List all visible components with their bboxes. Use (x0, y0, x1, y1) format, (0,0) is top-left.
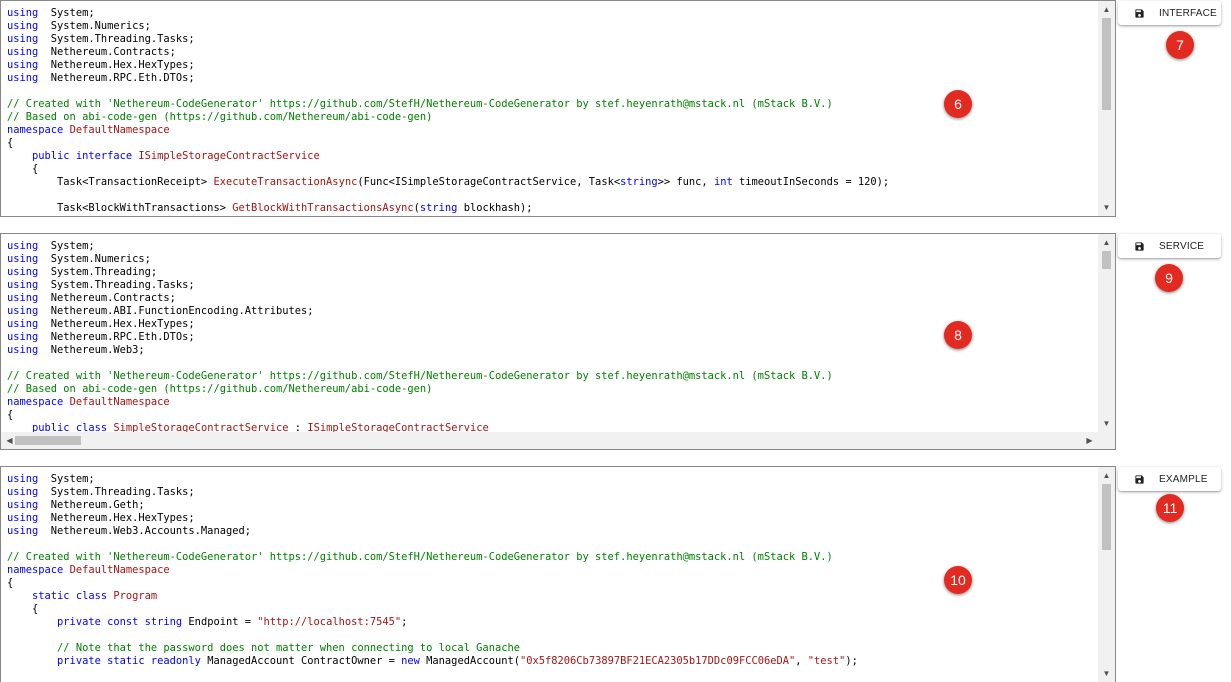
scroll-up-arrow-icon[interactable]: ▲ (1098, 467, 1115, 484)
scroll-up-arrow-icon[interactable]: ▲ (1098, 234, 1115, 251)
code-line: using Nethereum.Contracts; (7, 46, 176, 58)
code-line: namespace DefaultNamespace (7, 564, 170, 576)
code-line: { (7, 603, 39, 615)
scroll-down-arrow-icon[interactable]: ▼ (1098, 199, 1115, 216)
annotation-badge: 10 (944, 566, 972, 594)
save-icon (1135, 241, 1144, 251)
code-line: // Note that the password does not matte… (7, 642, 520, 654)
scrollbar-thumb[interactable] (1102, 484, 1111, 550)
code-line: { (7, 137, 14, 149)
code-line: // Created with 'Nethereum-CodeGenerator… (7, 551, 833, 563)
code-line: using Nethereum.Hex.HexTypes; (7, 512, 195, 524)
code-line: using System.Threading.Tasks; (7, 279, 195, 291)
scroll-down-arrow-icon[interactable]: ▼ (1098, 415, 1115, 432)
code-line: // Based on abi-code-gen (https://github… (7, 111, 433, 123)
interface-download-button[interactable]: INTERFACE (1118, 1, 1221, 25)
interface-code[interactable]: using System; using System.Numerics; using… (7, 7, 1097, 216)
example-download-button[interactable]: EXAMPLE (1118, 467, 1221, 491)
code-line: using System.Numerics; (7, 253, 151, 265)
annotation-badge: 11 (1156, 494, 1184, 522)
scroll-right-arrow-icon[interactable]: ▶ (1081, 432, 1098, 449)
code-line: using System.Threading.Tasks; (7, 486, 195, 498)
code-line: static class Program (32, 590, 158, 602)
code-line: // Created with 'Nethereum-CodeGenerator… (7, 98, 833, 110)
code-line: private static readonly ManagedAccount C… (57, 655, 858, 667)
code-line: { (7, 409, 14, 421)
code-line: using System.Threading; (7, 266, 158, 278)
save-icon (1135, 474, 1144, 484)
code-line: using Nethereum.RPC.Eth.DTOs; (7, 331, 195, 343)
service-button-label: SERVICE (1159, 240, 1205, 252)
code-line: using Nethereum.Contracts; (7, 292, 176, 304)
code-line: using System.Threading.Tasks; (7, 33, 195, 45)
interface-vertical-scrollbar[interactable]: ▲ ▼ (1098, 1, 1115, 216)
scrollbar-thumb[interactable] (15, 436, 81, 445)
code-line: namespace DefaultNamespace (7, 396, 170, 408)
code-line: { (7, 577, 14, 589)
example-button-label: EXAMPLE (1159, 473, 1208, 485)
scroll-down-arrow-icon[interactable]: ▼ (1098, 665, 1115, 682)
code-line: public class SimpleStorageContractServic… (32, 422, 489, 432)
service-horizontal-scrollbar[interactable]: ◀ ▶ (1, 432, 1098, 449)
code-line: using Nethereum.Geth; (7, 499, 145, 511)
code-line: // Based on abi-code-gen (https://github… (7, 383, 433, 395)
annotation-badge: 8 (944, 321, 972, 349)
code-line: using Nethereum.Hex.HexTypes; (7, 318, 195, 330)
code-line: Task<BlockWithTransactions> GetBlockWith… (7, 202, 533, 214)
scroll-up-arrow-icon[interactable]: ▲ (1098, 1, 1115, 18)
service-code[interactable]: using System; using System.Numerics; using… (7, 240, 1097, 432)
service-download-button[interactable]: SERVICE (1118, 234, 1221, 258)
interface-button-label: INTERFACE (1159, 7, 1217, 19)
code-line: namespace DefaultNamespace (7, 124, 170, 136)
code-line: using System; (7, 7, 95, 19)
code-line: using System.Numerics; (7, 20, 151, 32)
code-line: using Nethereum.Web3.Accounts.Managed; (7, 525, 251, 537)
scrollbar-thumb[interactable] (1102, 18, 1111, 110)
example-code[interactable]: using System; using System.Threading.Task… (7, 473, 1097, 682)
code-line: private const string Endpoint = "http://… (57, 616, 408, 628)
example-vertical-scrollbar[interactable]: ▲ ▼ (1098, 467, 1115, 682)
scrollbar-corner (1098, 432, 1115, 449)
code-line: public interface ISimpleStorageContractS… (32, 150, 320, 162)
code-line: using System; (7, 473, 95, 485)
code-line: using Nethereum.RPC.Eth.DTOs; (7, 72, 195, 84)
code-line: // Created with 'Nethereum-CodeGenerator… (7, 370, 833, 382)
annotation-badge: 9 (1155, 264, 1183, 292)
code-line: using Nethereum.ABI.FunctionEncoding.Att… (7, 305, 314, 317)
annotation-badge: 7 (1166, 31, 1194, 59)
service-vertical-scrollbar[interactable]: ▲ ▼ (1098, 234, 1115, 432)
code-line: using Nethereum.Hex.HexTypes; (7, 59, 195, 71)
annotation-badge: 6 (944, 90, 972, 118)
code-line: Task<TransactionReceipt> ExecuteTransact… (7, 176, 890, 188)
scrollbar-thumb[interactable] (1102, 251, 1111, 269)
code-line: using Nethereum.Web3; (7, 344, 145, 356)
code-line: using System; (7, 240, 95, 252)
code-line: { (7, 163, 39, 175)
save-icon (1135, 8, 1144, 18)
